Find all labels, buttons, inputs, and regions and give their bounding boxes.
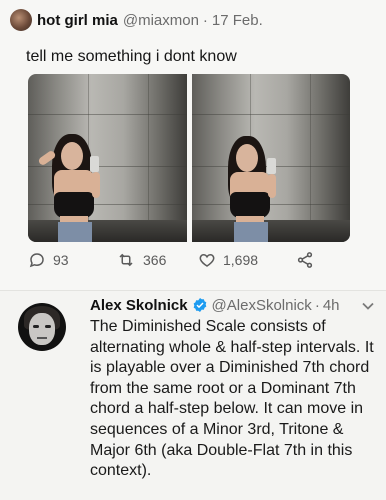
avatar[interactable]	[10, 9, 32, 31]
tweet-text-line: chord a half-step below. It can move in	[90, 400, 364, 418]
tweet-header: hot girl mia @miaxmon · 17 Feb.	[10, 8, 263, 32]
tweet-text-line: context).	[90, 462, 152, 480]
tweet-text-line: The Diminished Scale consists of	[90, 318, 326, 335]
tweet-alex-skolnick: Alex Skolnick @AlexSkolnick · 4h The Dim…	[0, 291, 386, 500]
like-button[interactable]: 1,698	[198, 251, 296, 269]
retweet-icon	[119, 253, 133, 267]
tweet-text-line: Major 6th (aka Double-Flat 7th in this	[90, 441, 353, 459]
author-handle[interactable]: @miaxmon	[123, 12, 199, 29]
tweet-text: tell me something i dont know	[26, 48, 237, 65]
tweet-date[interactable]: 17 Feb.	[212, 12, 263, 29]
author-handle[interactable]: @AlexSkolnick	[212, 297, 312, 314]
tweet-text-line: is playable over a Diminished 7th chord	[90, 359, 370, 377]
more-options-button[interactable]	[361, 301, 375, 311]
media-gallery	[28, 74, 350, 242]
separator-dot: ·	[202, 11, 208, 29]
share-icon	[297, 252, 313, 268]
avatar[interactable]	[18, 303, 66, 351]
like-count: 1,698	[223, 252, 259, 268]
reply-count: 93	[53, 252, 69, 268]
tweet-actions: 93 366 1,698	[28, 250, 314, 270]
tweet-mia: hot girl mia @miaxmon · 17 Feb. tell me …	[0, 0, 386, 290]
tweet-text: The Diminished Scale consists of alterna…	[90, 317, 382, 482]
tweet-text-line: sequences of a Minor 3rd, Tritone &	[90, 420, 344, 438]
share-button[interactable]	[296, 251, 314, 269]
retweet-button[interactable]: 366	[116, 251, 198, 269]
tweet-header: Alex Skolnick @AlexSkolnick · 4h	[90, 295, 340, 315]
retweet-count: 366	[143, 252, 167, 268]
reply-icon	[29, 253, 44, 268]
verified-badge-icon	[192, 297, 208, 313]
tweet-text-line: from the same root or a Dominant 7th	[90, 379, 356, 397]
chevron-down-icon	[362, 302, 374, 310]
separator-dot: ·	[314, 296, 320, 314]
like-icon	[199, 253, 215, 267]
author-name[interactable]: hot girl mia	[37, 12, 118, 29]
tweet-time[interactable]: 4h	[323, 297, 340, 314]
author-name[interactable]: Alex Skolnick	[90, 297, 188, 314]
reply-button[interactable]: 93	[28, 251, 116, 269]
photo-selfie-right[interactable]	[191, 74, 350, 242]
tweet-text-line: alternating whole & half-step intervals.…	[90, 338, 374, 356]
photo-selfie-left[interactable]	[28, 74, 187, 242]
